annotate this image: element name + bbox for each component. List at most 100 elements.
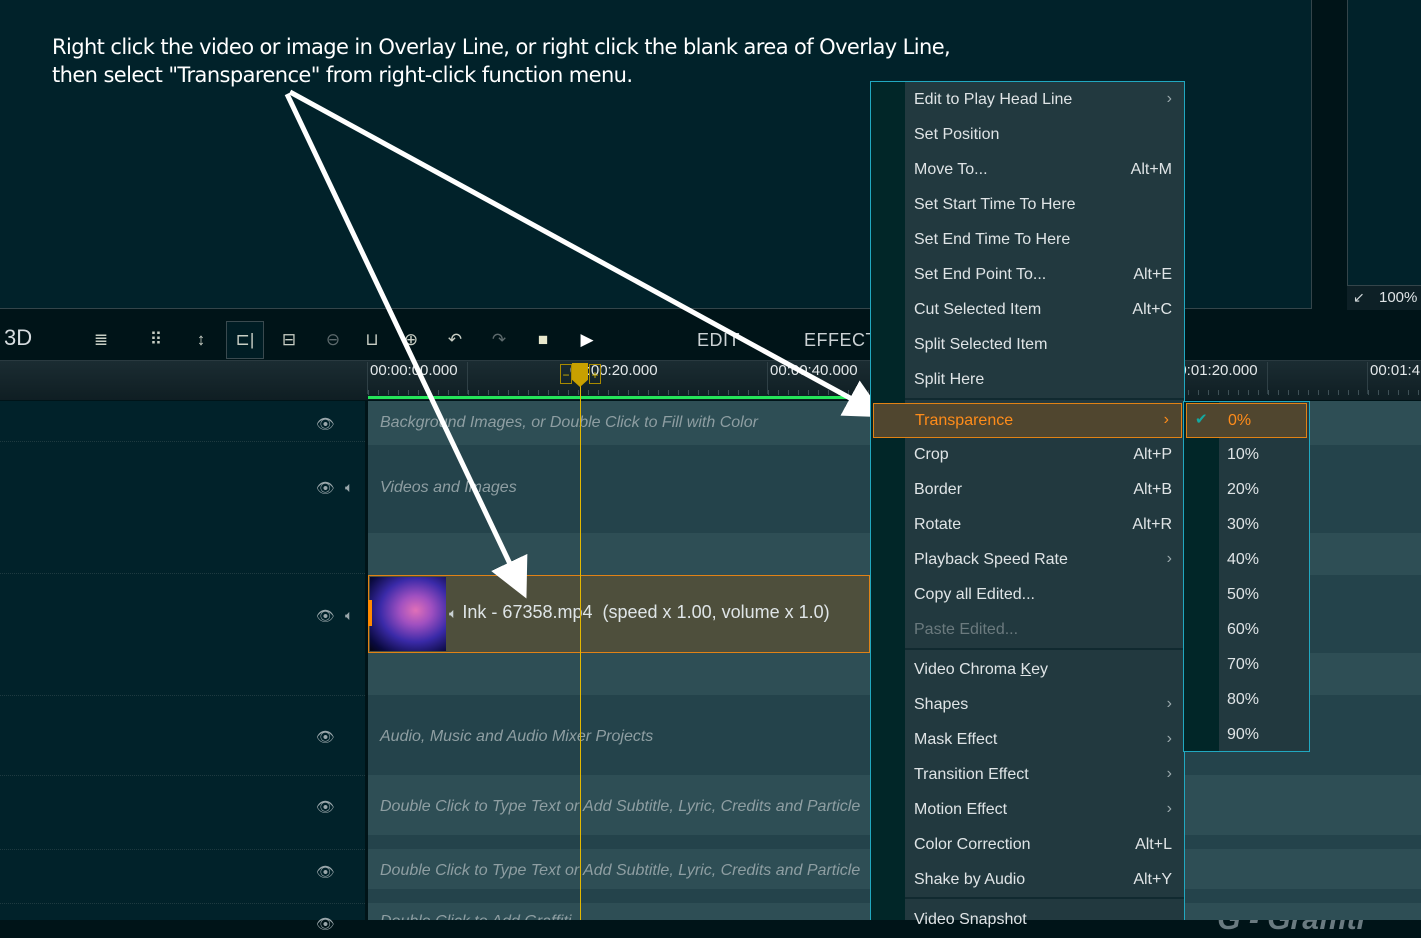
clip-filename: Ink - 67358.mp4	[462, 602, 593, 622]
chevron-right-icon: ›	[1166, 550, 1172, 567]
play-icon: ▶	[580, 330, 594, 349]
eye-icon[interactable]: 👁︎	[316, 863, 335, 881]
play-button[interactable]: ▶	[568, 321, 606, 359]
menu-item-cut-selected-item[interactable]: Cut Selected Item Alt+C	[871, 293, 1184, 328]
menu-item-label: Set Position	[914, 126, 1000, 143]
align-button[interactable]: ≣	[82, 321, 120, 359]
menu-item-shortcut: Alt+B	[1133, 481, 1172, 498]
split-box-button[interactable]: ⊟	[270, 321, 308, 359]
playhead-line	[580, 380, 581, 920]
clip-details: (speed x 1.00, volume x 1.0)	[602, 602, 830, 622]
transparency-option[interactable]: 90%	[1184, 718, 1309, 753]
track-divider	[0, 441, 365, 442]
menu-item-label: Transition Effect	[914, 766, 1029, 783]
transparency-option[interactable]: 50%	[1184, 578, 1309, 613]
zoom-in-button[interactable]: ⊕	[392, 321, 430, 359]
option-label: 0%	[1228, 412, 1252, 429]
menu-item-shortcut: Alt+M	[1130, 161, 1172, 178]
transparency-option[interactable]: 30%	[1184, 508, 1309, 543]
tab-edit[interactable]: EDIT	[697, 330, 740, 351]
grid-icon: ⠿	[149, 330, 163, 349]
stop-button[interactable]: ■	[524, 321, 562, 359]
menu-item-shake-by-audio[interactable]: Shake by Audio Alt+Y	[871, 863, 1184, 898]
menu-item-set-position[interactable]: Set Position	[871, 118, 1184, 153]
menu-item-transition-effect[interactable]: Transition Effect ›	[871, 758, 1184, 793]
menu-item-shortcut: Alt+P	[1133, 446, 1172, 463]
speaker-icon[interactable]: 🔈︎	[345, 607, 353, 624]
menu-separator	[905, 398, 1184, 400]
menu-item-label: Transparence	[915, 412, 1014, 429]
grid-button[interactable]: ⠿	[137, 321, 175, 359]
eye-icon[interactable]: 👁︎	[316, 798, 335, 816]
transparency-option[interactable]: 80%	[1184, 683, 1309, 718]
eye-icon[interactable]: 👁︎	[316, 607, 335, 625]
menu-item-edit-to-play-head-line[interactable]: Edit to Play Head Line ›	[871, 83, 1184, 118]
eye-icon[interactable]: 👁︎	[316, 479, 335, 497]
menu-item-motion-effect[interactable]: Motion Effect ›	[871, 793, 1184, 828]
menu-item-mask-effect[interactable]: Mask Effect ›	[871, 723, 1184, 758]
track-placeholder: Double Click to Type Text or Add Subtitl…	[380, 798, 861, 815]
redo-button[interactable]: ↷	[480, 321, 518, 359]
menu-item-set-end-point-to[interactable]: Set End Point To... Alt+E	[871, 258, 1184, 293]
menu-item-rotate[interactable]: Rotate Alt+R	[871, 508, 1184, 543]
menu-item-label: Copy all Edited...	[914, 586, 1035, 603]
eye-icon[interactable]: 👁︎	[316, 415, 335, 433]
menu-item-color-correction[interactable]: Color Correction Alt+L	[871, 828, 1184, 863]
clip-trim-handle[interactable]	[368, 600, 372, 626]
menu-item-copy-all-edited[interactable]: Copy all Edited...	[871, 578, 1184, 613]
zoom-out-button[interactable]: ⊖	[314, 321, 352, 359]
vertical-resize-button[interactable]: ↕	[182, 321, 220, 359]
track-divider	[0, 849, 365, 850]
transparency-option[interactable]: 40%	[1184, 543, 1309, 578]
speaker-icon[interactable]: 🔈︎	[345, 479, 353, 496]
playhead-step-forward[interactable]: +	[589, 364, 601, 384]
menu-item-label: Set Start Time To Here	[914, 196, 1076, 213]
transparency-option[interactable]: 10%	[1184, 438, 1309, 473]
undo-button[interactable]: ↶	[436, 321, 474, 359]
transparency-option[interactable]: 60%	[1184, 613, 1309, 648]
menu-separator	[905, 648, 1184, 650]
menu-item-set-start-time-to-here[interactable]: Set Start Time To Here	[871, 188, 1184, 223]
select-box-button[interactable]: ⊏|	[226, 321, 264, 359]
track-divider	[0, 903, 365, 904]
menu-item-playback-speed-rate[interactable]: Playback Speed Rate ›	[871, 543, 1184, 578]
track-placeholder: Double Click to Type Text or Add Subtitl…	[380, 862, 861, 879]
menu-item-video-snapshot[interactable]: Video Snapshot	[871, 903, 1184, 938]
shrink-arrow-icon[interactable]: ↙	[1353, 289, 1365, 306]
eye-icon[interactable]: 👁︎	[316, 915, 335, 933]
ruler-progress-bar	[368, 396, 870, 399]
clip-title: 🔈︎ Ink - 67358.mp4 (speed x 1.00, volume…	[449, 602, 830, 623]
transparency-option[interactable]: ✔ 0%	[1186, 403, 1307, 438]
ruler-button[interactable]: ⊔	[353, 321, 391, 359]
ruler-tick-label: 00:00:00.000	[370, 362, 458, 379]
option-label: 60%	[1227, 621, 1260, 638]
transparency-option[interactable]: 20%	[1184, 473, 1309, 508]
zoom-in-icon: ⊕	[403, 330, 419, 349]
menu-item-shapes[interactable]: Shapes ›	[871, 688, 1184, 723]
menu-item-move-to[interactable]: Move To... Alt+M	[871, 153, 1184, 188]
accelerator-key: K	[1020, 661, 1032, 678]
menu-item-border[interactable]: Border Alt+B	[871, 473, 1184, 508]
undo-icon: ↶	[447, 330, 463, 349]
3d-mode-label[interactable]: 3D	[4, 325, 32, 351]
eye-icon[interactable]: 👁︎	[316, 728, 335, 746]
menu-item-video-chroma-key[interactable]: Video Chroma Key	[871, 653, 1184, 688]
menu-item-set-end-time-to-here[interactable]: Set End Time To Here	[871, 223, 1184, 258]
preview-zoom-control[interactable]: ↙ 100%	[1347, 285, 1421, 310]
menu-item-label: Split Selected Item	[914, 336, 1048, 353]
menu-item-split-selected-item[interactable]: Split Selected Item	[871, 328, 1184, 363]
ruler-major-tick	[367, 362, 368, 394]
chevron-right-icon: ›	[1166, 730, 1172, 747]
transparency-option[interactable]: 70%	[1184, 648, 1309, 683]
menu-item-label: Set End Time To Here	[914, 231, 1071, 248]
playhead-step-back[interactable]: −	[560, 364, 572, 384]
menu-item-label: Cut Selected Item	[914, 301, 1042, 318]
menu-item-split-here[interactable]: Split Here	[871, 363, 1184, 398]
instruction-line-1: Right click the video or image in Overla…	[52, 35, 951, 59]
menu-item-label: Crop	[914, 446, 949, 463]
transparence-submenu: ✔ 0% 10% 20% 30% 40% 50% 60% 70% 80% 90%	[1183, 401, 1310, 752]
menu-item-shortcut: Alt+E	[1133, 266, 1172, 283]
menu-item-crop[interactable]: Crop Alt+P	[871, 438, 1184, 473]
tab-effect[interactable]: EFFECT	[804, 330, 877, 351]
menu-item-transparence[interactable]: Transparence ›	[873, 403, 1182, 438]
